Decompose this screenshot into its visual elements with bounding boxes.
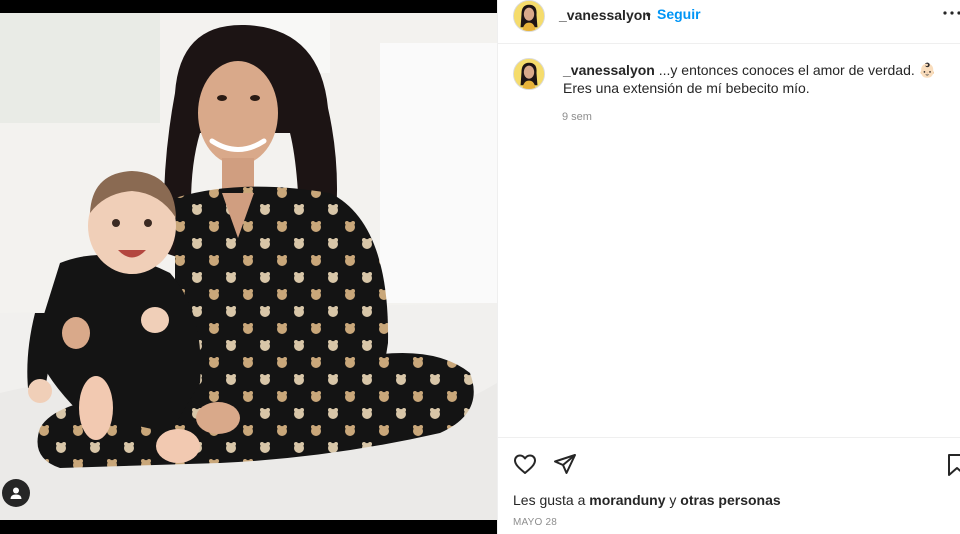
caption-timestamp[interactable]: 9 sem <box>562 111 592 123</box>
likes-connector: y <box>665 492 681 508</box>
author-avatar[interactable] <box>513 0 545 32</box>
post-actions: Les gusta a moranduny y otras personas M… <box>498 437 960 534</box>
user-tag-icon[interactable] <box>2 479 30 507</box>
post-media <box>0 0 497 534</box>
separator-dot: • <box>646 6 651 22</box>
paper-plane-icon[interactable] <box>553 452 577 476</box>
follow-button[interactable]: Seguir <box>657 6 701 22</box>
post-date[interactable]: MAYO 28 <box>513 517 557 528</box>
liker-username-link[interactable]: moranduny <box>589 492 665 508</box>
post-header: _vanessalyon • Seguir <box>498 0 960 44</box>
bookmark-icon[interactable] <box>947 453 960 477</box>
likes-summary: Les gusta a moranduny y otras personas <box>513 492 781 508</box>
caption-text: _vanessalyon ...y entonces conoces el am… <box>563 61 948 97</box>
likes-others-link[interactable]: otras personas <box>680 492 780 508</box>
caption-username-link[interactable]: _vanessalyon <box>563 62 655 78</box>
heart-icon[interactable] <box>513 452 537 476</box>
likes-prefix: Les gusta a <box>513 492 590 508</box>
post-side-panel: _vanessalyon • Seguir _vanessalyon ...y … <box>497 0 960 534</box>
caption-avatar[interactable] <box>513 58 545 90</box>
more-options-icon[interactable] <box>942 5 960 21</box>
post-photo[interactable] <box>0 13 497 520</box>
author-username-link[interactable]: _vanessalyon <box>559 7 651 23</box>
photo-illustration <box>0 13 497 520</box>
